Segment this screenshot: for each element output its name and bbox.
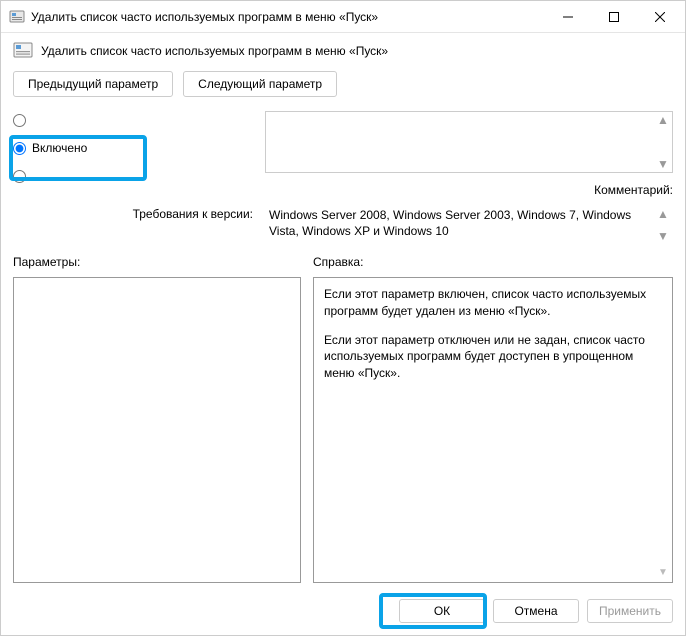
parameters-label: Параметры: [13,255,313,269]
titlebar: Удалить список часто используемых програ… [1,1,685,33]
next-setting-button[interactable]: Следующий параметр [183,71,337,97]
apply-button[interactable]: Применить [587,599,673,623]
maximize-button[interactable] [591,1,637,32]
panels: Если этот параметр включен, список часто… [1,273,685,591]
requirements-text: Windows Server 2008, Windows Server 2003… [265,205,673,241]
header-title: Удалить список часто используемых програ… [41,44,388,58]
policy-header-icon [13,41,33,61]
help-scroll-icon: ▼ [655,565,671,581]
header: Удалить список часто используемых програ… [1,33,685,65]
requirements-label: Требования к версии: [13,205,253,221]
footer: ОК Отмена Применить [1,591,685,635]
config-area: Не задано Включено Отключено Комментарий… [1,107,685,253]
radio-not-configured[interactable]: Не задано [13,113,253,127]
state-radio-group: Не задано Включено Отключено [13,111,253,197]
minimize-button[interactable] [545,1,591,32]
policy-icon [9,9,25,25]
close-button[interactable] [637,1,683,32]
window-controls [545,1,683,32]
radio-disabled[interactable]: Отключено [13,169,253,183]
comment-box: ▲▼ [265,111,673,173]
requirements-box: Windows Server 2008, Windows Server 2003… [265,205,673,245]
radio-enabled[interactable]: Включено [13,141,253,155]
nav-row: Предыдущий параметр Следующий параметр [1,65,685,107]
comment-textarea[interactable] [265,111,673,173]
ok-button[interactable]: ОК [399,599,485,623]
section-labels: Параметры: Справка: [1,253,685,273]
parameters-panel [13,277,301,583]
previous-setting-button[interactable]: Предыдущий параметр [13,71,173,97]
radio-disabled-label: Отключено [32,169,94,183]
comment-label: Комментарий: [265,181,673,197]
help-paragraph-1: Если этот параметр включен, список часто… [324,286,650,320]
window-title: Удалить список часто используемых програ… [31,10,545,24]
help-paragraph-2: Если этот параметр отключен или не задан… [324,332,650,382]
radio-enabled-label: Включено [32,141,87,155]
cancel-button[interactable]: Отмена [493,599,579,623]
dialog-window: Удалить список часто используемых програ… [0,0,686,636]
help-label: Справка: [313,255,673,269]
help-panel: Если этот параметр включен, список часто… [313,277,673,583]
radio-not-configured-label: Не задано [32,113,90,127]
